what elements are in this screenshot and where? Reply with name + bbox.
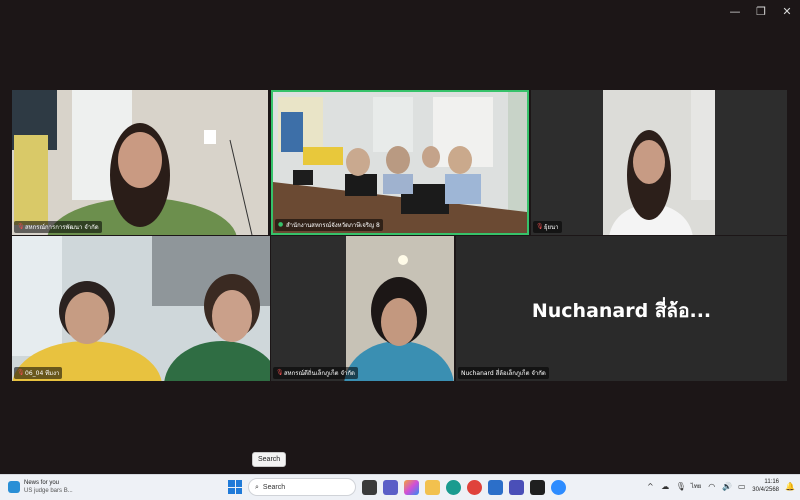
notifications-icon[interactable]: 🔔 [785,482,795,491]
search-label: Search [262,483,286,491]
participant-name: สหกรณ์การการพัฒนา จำกัด [25,224,99,231]
taskbar-apps: ⌕ Search [228,478,566,496]
chrome-icon[interactable] [467,479,482,495]
restore-button[interactable]: ❐ [748,0,774,22]
participant-name-tag: Nuchanard สี่ล้อเล็กภูเก็ต จำกัด [458,367,549,379]
participant-video-4 [12,236,270,381]
mic-active-icon: ● [278,221,284,228]
participant-video-3 [531,90,787,235]
participant-name-tag: 🎙 สหกรณ์การการพัฒนา จำกัด [14,221,102,233]
participant-name: สหกรณ์ดีถิ่นเล็กภูเก็ต จำกัด [284,370,355,377]
system-tray: ^ ☁ 🎙 ไทย ◠ 🔊 ▭ 11:16 30/4/2568 🔔 [646,478,795,494]
video-tile-6-camera-off[interactable]: Nuchanard สี่ล้อ... Nuchanard สี่ล้อเล็ก… [456,236,787,381]
wifi-icon[interactable]: ◠ [707,482,716,491]
video-tile-3[interactable]: 🎙 ยุ้ยนา [531,90,787,235]
news-widget[interactable]: News for you US judge bars B... [8,479,73,495]
participant-name: 06_04 ทีมงา [25,370,60,377]
app-icon[interactable] [509,479,524,495]
mic-muted-icon: 🎙 [17,223,25,230]
participant-name-tag: 🎙 สหกรณ์ดีถิ่นเล็กภูเก็ต จำกัด [273,367,358,379]
participant-name-tag: 🎙 06_04 ทีมงา [14,367,63,379]
participant-name-tag: ● สำนักงานสหกรณ์จังหวัดภาษีเจริญ 8 [275,219,383,231]
terminal-icon[interactable] [530,479,545,495]
taskbar-search[interactable]: ⌕ Search [248,478,356,496]
cloud-icon[interactable]: ☁ [661,482,670,491]
task-view-icon[interactable] [362,479,377,495]
participant-video-2 [273,92,527,233]
video-tile-4[interactable]: 🎙 06_04 ทีมงา [12,236,270,381]
battery-icon[interactable]: ▭ [737,482,746,491]
participant-display-name: Nuchanard สี่ล้อ... [531,300,712,322]
news-headline: US judge bars B... [24,488,73,494]
search-icon: ⌕ [255,482,259,491]
zoom-icon[interactable] [551,479,566,495]
clock[interactable]: 11:16 30/4/2568 [752,478,779,494]
clock-time: 11:16 [764,479,779,485]
mic-muted-icon: 🎙 [536,223,544,230]
video-tile-5[interactable]: 🎙 สหกรณ์ดีถิ่นเล็กภูเก็ต จำกัด [271,236,454,381]
video-tile-1[interactable]: 🎙 สหกรณ์การการพัฒนา จำกัด [12,90,268,235]
mic-muted-icon: 🎙 [17,369,25,376]
taskbar: News for you US judge bars B... ⌕ Search… [0,474,800,500]
mic-muted-icon: 🎙 [276,369,284,376]
teams-icon[interactable] [383,479,398,495]
start-button[interactable] [228,480,242,494]
participant-name: Nuchanard สี่ล้อเล็กภูเก็ต จำกัด [461,370,546,377]
store-icon[interactable] [488,479,503,495]
participant-name-tag: 🎙 ยุ้ยนา [533,221,562,233]
participant-name: ยุ้ยนา [544,224,559,231]
close-button[interactable]: ✕ [774,0,800,22]
news-title: News for you [24,480,60,486]
chevron-up-icon[interactable]: ^ [646,482,655,491]
window-controls: — ❐ ✕ [722,0,800,22]
participant-video-1 [12,90,268,235]
volume-icon[interactable]: 🔊 [722,482,732,491]
edge-icon[interactable] [446,479,461,495]
microphone-icon[interactable]: 🎙 [676,482,686,491]
file-explorer-icon[interactable] [425,479,440,495]
participant-name: สำนักงานสหกรณ์จังหวัดภาษีเจริญ 8 [286,222,380,229]
video-tile-2-active-speaker[interactable]: ● สำนักงานสหกรณ์จังหวัดภาษีเจริญ 8 [271,90,529,235]
copilot-icon[interactable] [404,479,419,495]
search-tooltip: Search [252,452,287,467]
minimize-button[interactable]: — [722,0,748,22]
news-icon [8,481,20,493]
language-indicator[interactable]: ไทย [691,481,702,491]
clock-date: 30/4/2568 [752,487,779,493]
participant-video-5 [271,236,454,381]
